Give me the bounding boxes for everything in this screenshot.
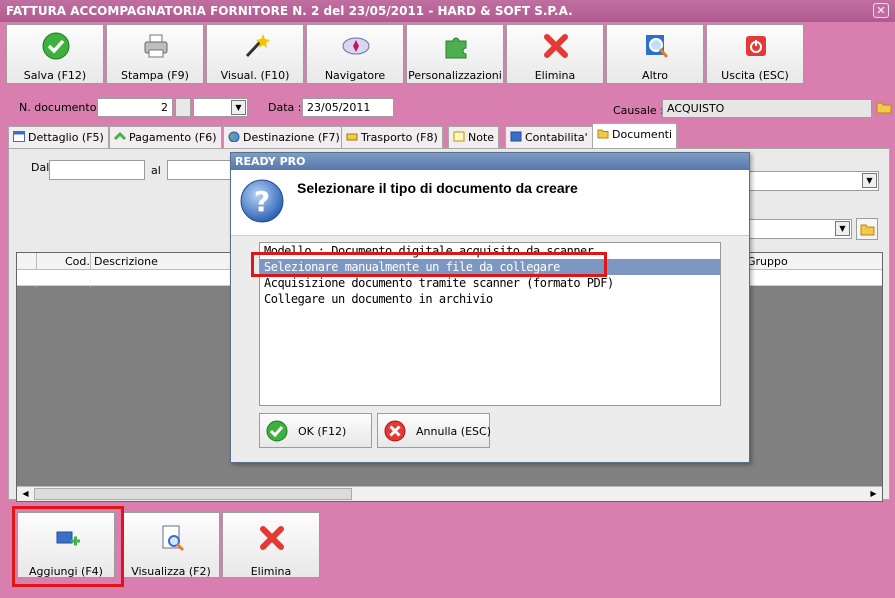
view-button[interactable]: Visualizza (F2) [122, 512, 220, 578]
tab-pagamento-label: Pagamento (F6) [129, 131, 217, 144]
view-button-label: Visualizza (F2) [131, 565, 211, 578]
delete-document-button[interactable]: Elimina [222, 512, 320, 578]
column-gruppo[interactable]: Gruppo [747, 255, 788, 268]
dialog-title: READY PRO [231, 153, 749, 170]
cancel-button-label: Annulla (ESC) [416, 425, 491, 438]
scroll-thumb[interactable] [34, 488, 352, 500]
close-icon: ✕ [876, 4, 886, 17]
ok-button-label: OK (F12) [298, 425, 347, 438]
tab-trasporto[interactable]: Trasporto (F8) [341, 126, 443, 148]
other-button[interactable]: Altro [606, 24, 704, 84]
num-doc-input[interactable]: 2 [97, 98, 173, 117]
tab-dettaglio[interactable]: Dettaglio (F5) [8, 126, 109, 148]
tab-note[interactable]: Note [448, 126, 500, 148]
folder-icon[interactable] [876, 99, 892, 115]
tab-contabilita-label: Contabilita' [525, 131, 588, 144]
check-icon [266, 420, 288, 442]
red-x-icon [544, 34, 568, 58]
save-button[interactable]: Salva (F12) [6, 24, 104, 84]
magnifier-icon [646, 35, 669, 58]
tab-pagamento[interactable]: Pagamento (F6) [109, 126, 222, 148]
cancel-button[interactable]: Annulla (ESC) [377, 413, 491, 448]
horizontal-scrollbar[interactable]: ◀ ▶ [17, 486, 882, 501]
tab-documenti-label: Documenti [612, 128, 673, 141]
tab-destinazione[interactable]: Destinazione (F7) [223, 126, 345, 148]
window-title-bar: FATTURA ACCOMPAGNATORIA FORNITORE N. 2 d… [0, 0, 895, 22]
exit-button[interactable]: Uscita (ESC) [706, 24, 804, 84]
svg-text:?: ? [254, 185, 270, 218]
num-doc-suffix-button[interactable] [175, 98, 191, 117]
view-document-icon [162, 525, 185, 552]
power-icon [746, 36, 766, 56]
date-from-input[interactable] [49, 160, 145, 180]
navigator-button[interactable]: Navigatore [306, 24, 404, 84]
delete-document-button-label: Elimina [250, 565, 292, 578]
print-button[interactable]: Stampa (F9) [106, 24, 204, 84]
exit-button-label: Uscita (ESC) [721, 69, 789, 82]
list-item[interactable]: Collegare un documento in archivio [260, 291, 720, 307]
window-title: FATTURA ACCOMPAGNATORIA FORNITORE N. 2 d… [6, 4, 573, 18]
tab-documenti[interactable]: Documenti [592, 123, 678, 149]
cancel-icon [384, 420, 406, 442]
puzzle-icon [445, 37, 467, 59]
document-header-row: N. documento : 2 ▼ Data : 23/05/2011 Cau… [0, 96, 895, 120]
compass-icon [342, 37, 370, 55]
dialog-heading: Selezionare il tipo di documento da crea… [297, 180, 578, 196]
transport-icon [346, 133, 358, 141]
chevron-down-icon: ▼ [231, 100, 246, 115]
window-close-button[interactable]: ✕ [873, 3, 889, 18]
other-button-label: Altro [642, 69, 668, 82]
causale-label: Causale : [613, 104, 664, 117]
date-from-label: Dal [31, 161, 50, 174]
tab-dettaglio-label: Dettaglio (F5) [28, 131, 104, 144]
delete-button-label: Elimina [534, 69, 576, 82]
calendar-icon [13, 131, 25, 142]
date-to-input[interactable] [167, 160, 237, 180]
ok-button[interactable]: OK (F12) [259, 413, 372, 448]
check-icon [42, 32, 70, 60]
preview-button-label: Visual. (F10) [220, 69, 290, 82]
series-select[interactable]: ▼ [193, 98, 248, 117]
tab-note-label: Note [468, 131, 495, 144]
tab-trasporto-label: Trasporto (F8) [361, 131, 438, 144]
list-item[interactable]: Acquisizione documento tramite scanner (… [260, 275, 720, 291]
column-descrizione[interactable]: Descrizione [94, 255, 158, 268]
tab-contabilita[interactable]: Contabilita' [505, 126, 593, 148]
scroll-right-icon[interactable]: ▶ [867, 488, 880, 500]
column-cod[interactable]: Cod. [65, 255, 90, 268]
customizations-button-label: Personalizzazioni [408, 69, 502, 82]
document-type-dialog: READY PRO ? Selezionare il tipo di docum… [230, 152, 750, 463]
print-button-label: Stampa (F9) [121, 69, 189, 82]
payment-icon [114, 131, 126, 141]
filter-type-select[interactable]: ▼ [744, 171, 879, 191]
question-icon: ? [240, 179, 284, 223]
folder-icon [597, 129, 609, 139]
printer-icon [144, 34, 168, 58]
note-icon [453, 131, 465, 142]
save-button-label: Salva (F12) [23, 69, 87, 82]
chevron-down-icon: ▼ [862, 173, 877, 188]
dialog-header: ? Selezionare il tipo di documento da cr… [231, 170, 749, 236]
folder-icon [860, 224, 875, 236]
preview-button[interactable]: Visual. (F10) [206, 24, 304, 84]
scroll-left-icon[interactable]: ◀ [19, 488, 32, 500]
date-to-label: al [151, 164, 161, 177]
globe-icon [228, 131, 240, 142]
date-input[interactable]: 23/05/2011 [302, 98, 394, 117]
date-label: Data : [268, 101, 302, 114]
navigator-button-label: Navigatore [324, 69, 386, 82]
red-x-icon [260, 526, 284, 550]
num-doc-label: N. documento : [19, 101, 104, 114]
highlight-box [251, 252, 607, 277]
filter-group-select[interactable]: ▼ [744, 219, 852, 239]
delete-button[interactable]: Elimina [506, 24, 604, 84]
customizations-button[interactable]: Personalizzazioni [406, 24, 504, 84]
tab-destinazione-label: Destinazione (F7) [243, 131, 340, 144]
browse-folder-button[interactable] [856, 218, 878, 240]
magic-wand-icon [245, 34, 270, 58]
highlight-box [12, 506, 124, 587]
chevron-down-icon: ▼ [835, 221, 850, 236]
book-icon [510, 131, 522, 142]
causale-input[interactable]: ACQUISTO [662, 99, 872, 118]
